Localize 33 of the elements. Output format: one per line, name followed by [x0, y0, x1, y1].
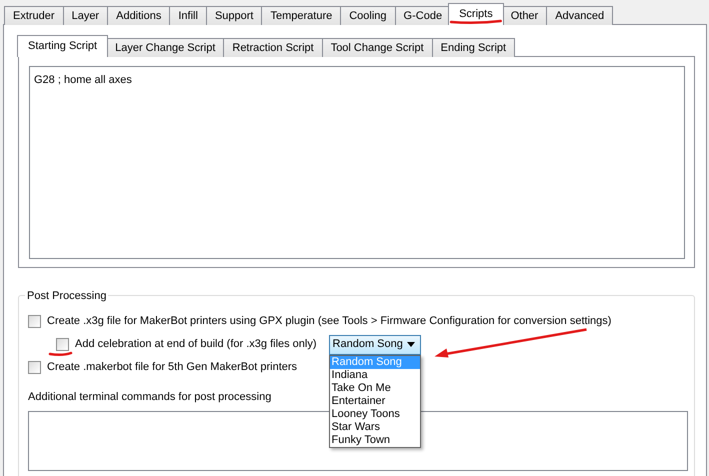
checkbox[interactable] — [28, 361, 41, 374]
field-label: Additional terminal commands for post processing — [28, 390, 272, 405]
dropdown-option[interactable]: Take On Me — [330, 382, 420, 394]
tab[interactable]: Infill — [169, 6, 207, 25]
tab[interactable]: Additions — [107, 6, 170, 25]
tab[interactable]: Support — [206, 6, 262, 25]
caret-icon — [406, 342, 415, 347]
tab[interactable]: Cooling — [340, 6, 396, 25]
tab[interactable]: Other — [502, 6, 548, 25]
dropdown-option[interactable]: Funky Town — [330, 434, 420, 446]
tab[interactable]: Starting Script — [17, 35, 108, 57]
dropdown[interactable]: Random Song — [328, 334, 421, 354]
dropdown-option[interactable]: Indiana — [330, 368, 420, 382]
script-editor[interactable]: G28 ; home all axes — [29, 66, 685, 259]
checkbox[interactable] — [56, 338, 69, 351]
checkbox-label[interactable]: Create .x3g file for MakerBot printers using GPX plugin (see Tools > Firmware Configuration for conversion settings) — [47, 313, 612, 330]
dropdown-option[interactable]: Entertainer — [330, 394, 420, 408]
tab[interactable]: Layer Change Script — [106, 38, 224, 57]
tab[interactable]: Extruder — [4, 6, 64, 25]
group-title: Post Processing — [25, 288, 108, 304]
tab[interactable]: Ending Script — [432, 38, 516, 57]
text-area[interactable] — [28, 410, 688, 470]
dropdown-option[interactable]: Looney Toons — [330, 408, 420, 420]
tab[interactable]: Scripts — [448, 3, 504, 25]
checkbox-label[interactable]: Create .makerbot file for 5th Gen MakerBot printers — [47, 359, 298, 376]
tab[interactable]: Layer — [62, 6, 108, 25]
tab[interactable]: Temperature — [261, 6, 342, 25]
tab[interactable]: Tool Change Script — [322, 38, 433, 57]
tab[interactable]: Retraction Script — [223, 38, 323, 57]
tab[interactable]: Advanced — [546, 6, 614, 25]
checkbox-label[interactable]: Add celebration at end of build (for .x3g files only) — [75, 336, 317, 353]
checkbox[interactable] — [28, 315, 41, 328]
dropdown-option[interactable]: Star Wars — [330, 420, 420, 434]
